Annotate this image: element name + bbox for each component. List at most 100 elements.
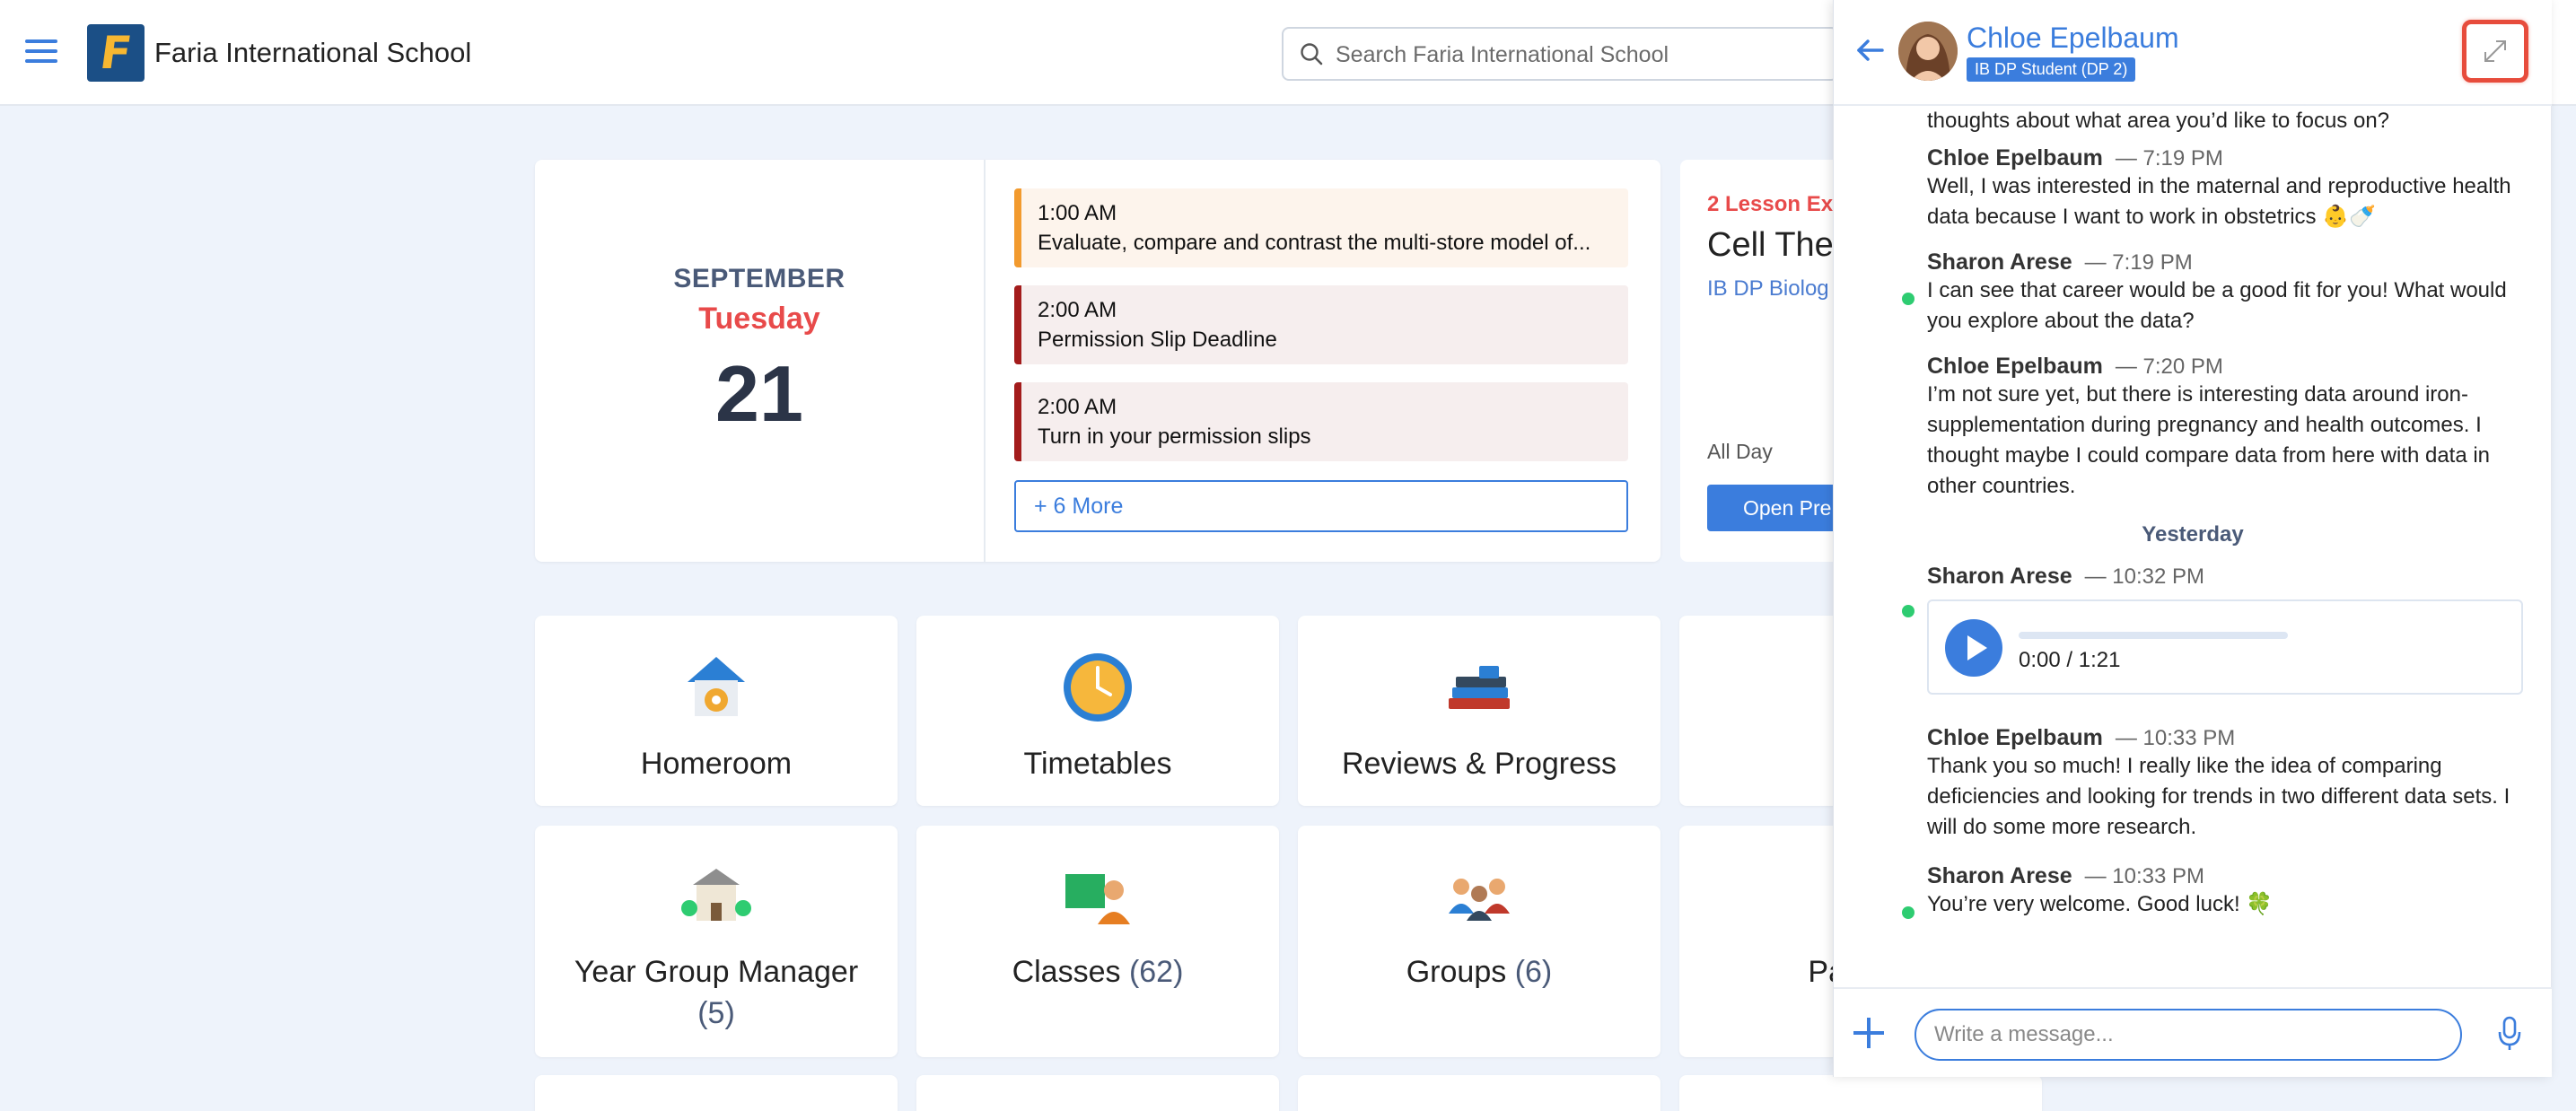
expand-icon [2484, 40, 2506, 62]
menu-icon[interactable] [25, 39, 57, 66]
tile-count: (5) [697, 996, 735, 1030]
event-time: 2:00 AM [1038, 298, 1117, 322]
avatar-image [1898, 22, 1958, 81]
classroom-icon [1065, 874, 1130, 924]
school-building-icon [681, 869, 751, 921]
message-time: — 7:19 PM [2084, 250, 2193, 275]
search-input[interactable] [1336, 39, 1820, 70]
message: Chloe Epelbaum — 7:19 PM Well, I was inte… [1927, 145, 2537, 232]
message-text: You’re very welcome. Good luck! 🍀 [1927, 892, 2274, 916]
tile-count: (62) [1128, 955, 1184, 989]
message-time: — 10:32 PM [2084, 564, 2205, 589]
lesson-subject[interactable]: IB DP Biolog [1707, 276, 1829, 302]
audio-progress-bar[interactable] [2019, 632, 2288, 639]
agenda-event[interactable]: 2:00 AM Turn in your permission slips [1014, 382, 1628, 461]
audio-time: 0:00 / 1:21 [2019, 648, 2121, 672]
microphone-icon[interactable] [2496, 1016, 2523, 1052]
online-status-dot [1902, 605, 1914, 617]
tile-title: Timetables [1023, 747, 1172, 781]
message-time: — 7:19 PM [2115, 146, 2223, 171]
tile-title: Groups [1406, 955, 1507, 989]
message: Chloe Epelbaum — 10:33 PM Thank you so mu… [1927, 725, 2537, 843]
event-title: Evaluate, compare and contrast the multi… [1038, 231, 1591, 255]
group-people-icon [1449, 879, 1510, 921]
play-button[interactable] [1945, 619, 2002, 677]
message-time: — 10:33 PM [2084, 864, 2205, 888]
expand-button[interactable] [2462, 20, 2528, 83]
event-time: 1:00 AM [1038, 201, 1117, 225]
tile-label: Homeroom [535, 747, 898, 782]
school-name[interactable]: Faria International School [154, 37, 471, 69]
tile-reviews-progress[interactable]: Reviews & Progress [1298, 616, 1660, 806]
message-text: Thank you so much! I really like the ide… [1927, 754, 2510, 839]
tile-groups[interactable]: Groups (6) [1298, 826, 1660, 1057]
message-sender: Chloe Epelbaum — 10:33 PM [1927, 725, 2537, 751]
tile-count: (6) [1514, 955, 1553, 989]
agenda-event[interactable]: 1:00 AM Evaluate, compare and contrast t… [1014, 188, 1628, 267]
tile-title: Classes [1012, 955, 1121, 989]
chat-header: Chloe Epelbaum IB DP Student (DP 2) [1834, 0, 2552, 106]
tile-row3-3[interactable] [1298, 1075, 1660, 1111]
school-logo[interactable]: F [87, 24, 145, 82]
tile-row3-2[interactable] [916, 1075, 1279, 1111]
lesson-all-day: All Day [1707, 440, 1773, 463]
tile-label: Reviews & Progress [1298, 747, 1660, 782]
tile-row3-4[interactable] [1679, 1075, 2042, 1111]
contact-name[interactable]: Chloe Epelbaum [1967, 22, 2179, 55]
lesson-title: Cell Theo [1707, 226, 1853, 264]
message: Sharon Arese — 10:32 PM [1927, 564, 2537, 590]
avatar[interactable] [1898, 22, 1958, 81]
tile-homeroom[interactable]: Homeroom [535, 616, 898, 806]
tile-title: Year Group Manager [574, 955, 859, 989]
tile-title: Homeroom [640, 747, 793, 781]
message-input[interactable] [1914, 1009, 2462, 1061]
event-title: Turn in your permission slips [1038, 424, 1311, 449]
weekday-label: Tuesday [698, 302, 820, 336]
sender-name: Chloe Epelbaum [1927, 145, 2103, 171]
logo-letter: F [96, 27, 136, 79]
tile-title: Reviews & Progress [1341, 747, 1617, 781]
voice-message: 0:00 / 1:21 [1927, 599, 2523, 695]
sender-name: Chloe Epelbaum [1927, 725, 2103, 750]
chat-panel: Chloe Epelbaum IB DP Student (DP 2) thou… [1833, 0, 2552, 1077]
message-sender: Chloe Epelbaum — 7:20 PM [1927, 354, 2537, 380]
message-sender: Chloe Epelbaum — 7:19 PM [1927, 145, 2537, 171]
message-list[interactable]: thoughts about what area you’d like to f… [1834, 106, 2552, 985]
message-composer [1834, 987, 2552, 1077]
message: Sharon Arese — 10:33 PM You’re very welco… [1927, 863, 2537, 920]
day-number: 21 [715, 349, 803, 438]
event-time: 2:00 AM [1038, 395, 1117, 419]
search-box[interactable] [1282, 27, 1838, 81]
tile-label: Timetables [916, 747, 1279, 782]
tile-label: Groups (6) [1298, 955, 1660, 990]
agenda-card: SEPTEMBER Tuesday 21 1:00 AM Evaluate, c… [535, 160, 1660, 562]
more-events-button[interactable]: + 6 More [1014, 480, 1628, 532]
online-status-dot [1902, 293, 1914, 305]
tile-label: Year Group Manager [535, 955, 898, 990]
tile-year-group-manager[interactable]: Year Group Manager (5) [535, 826, 898, 1057]
tile-label: Classes (62) [916, 955, 1279, 990]
clock-icon [1064, 653, 1132, 722]
agenda-event[interactable]: 2:00 AM Permission Slip Deadline [1014, 285, 1628, 364]
month-label: SEPTEMBER [673, 264, 846, 293]
message-sender: Sharon Arese — 7:19 PM [1927, 249, 2537, 276]
lesson-count-label: 2 Lesson Ex [1707, 192, 1834, 216]
role-badge: IB DP Student (DP 2) [1967, 57, 2136, 82]
online-status-dot [1902, 906, 1914, 919]
message: thoughts about what area you’d like to f… [1927, 106, 2537, 136]
message: Sharon Arese — 7:19 PM I can see that car… [1927, 249, 2537, 337]
message-text: I can see that career would be a good fi… [1927, 278, 2507, 333]
event-title: Permission Slip Deadline [1038, 328, 1277, 352]
tile-classes[interactable]: Classes (62) [916, 826, 1279, 1057]
sender-name: Chloe Epelbaum [1927, 354, 2103, 379]
message-text: thoughts about what area you’d like to f… [1927, 109, 2390, 133]
message-time: — 7:20 PM [2115, 354, 2223, 379]
add-attachment-icon[interactable] [1853, 1018, 1884, 1048]
tile-timetables[interactable]: Timetables [916, 616, 1279, 806]
day-separator: Yesterday [2142, 522, 2244, 547]
date-panel: SEPTEMBER Tuesday 21 [535, 160, 986, 562]
sender-name: Sharon Arese [1927, 863, 2072, 888]
tile-row3-1[interactable] [535, 1075, 898, 1111]
back-arrow-icon[interactable] [1852, 34, 1888, 66]
message-time: — 10:33 PM [2115, 726, 2236, 750]
